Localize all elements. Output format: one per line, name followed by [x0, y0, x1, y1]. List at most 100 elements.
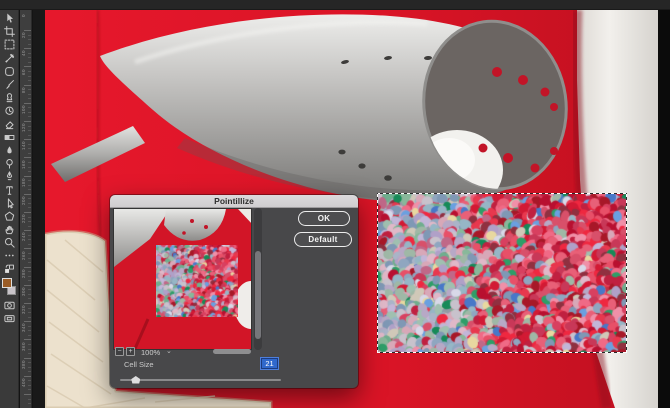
- ruler-label: 280: [21, 269, 26, 278]
- foreground-color-swatch[interactable]: [2, 278, 12, 288]
- ruler-tick-minor: [28, 235, 31, 236]
- ruler-tick-minor: [28, 171, 31, 172]
- ruler-tick-minor: [28, 162, 31, 163]
- ruler-tick: [24, 248, 31, 249]
- screen-mode-button[interactable]: [1, 312, 18, 325]
- ruler-tick: [24, 303, 31, 304]
- ruler-label: 20: [21, 32, 26, 38]
- zoom-out-button[interactable]: −: [115, 347, 124, 356]
- more-tools-icon[interactable]: [1, 249, 18, 262]
- ruler-tick-minor: [28, 112, 31, 113]
- marquee-tool-icon[interactable]: [1, 38, 18, 51]
- type-tool-icon[interactable]: [1, 183, 18, 196]
- ruler-tick: [24, 394, 31, 395]
- ruler-tick-minor: [28, 57, 31, 58]
- chevron-down-icon[interactable]: ⌄: [166, 347, 172, 355]
- ruler-tick: [24, 194, 31, 195]
- ruler-tick-minor: [28, 94, 31, 95]
- ruler-tick-minor: [28, 71, 31, 72]
- ok-button[interactable]: OK: [298, 211, 350, 226]
- preview-hscrollbar-thumb[interactable]: [213, 349, 251, 354]
- swap-colors-icon[interactable]: [1, 263, 18, 276]
- ruler-tick-minor: [28, 262, 31, 263]
- ruler-tick-minor: [28, 399, 31, 400]
- ruler-tick-minor: [28, 76, 31, 77]
- ruler-tick-minor: [28, 271, 31, 272]
- clone-stamp-tool-icon[interactable]: [1, 91, 18, 104]
- ruler-label: 300: [21, 287, 26, 296]
- ruler-tick-minor: [28, 253, 31, 254]
- ruler-label: 160: [21, 160, 26, 169]
- cell-size-value-field[interactable]: 21: [261, 358, 278, 369]
- ruler-tick-minor: [28, 344, 31, 345]
- zoom-level[interactable]: 100%: [141, 348, 160, 357]
- pointillize-dialog: Pointillize OK Default: [110, 195, 358, 388]
- marquee-selection[interactable]: [377, 193, 627, 353]
- ruler-label: 260: [21, 251, 26, 260]
- ruler-tick-minor: [28, 371, 31, 372]
- shape-tool-icon[interactable]: [1, 210, 18, 223]
- ruler-tick-minor: [28, 189, 31, 190]
- ruler-label: 400: [21, 378, 26, 387]
- gradient-tool-icon[interactable]: [1, 131, 18, 144]
- ruler-tick-minor: [28, 207, 31, 208]
- selection-border: [377, 193, 378, 353]
- ruler-tick-minor: [28, 330, 31, 331]
- path-select-tool-icon[interactable]: [1, 197, 18, 210]
- zoom-in-button[interactable]: +: [126, 347, 135, 356]
- ruler-tick: [24, 103, 31, 104]
- frame-tool-icon[interactable]: [1, 65, 18, 78]
- ruler-label: 360: [21, 342, 26, 351]
- ruler-tick-minor: [28, 312, 31, 313]
- ruler-tick-minor: [28, 198, 31, 199]
- dialog-title[interactable]: Pointillize: [110, 195, 358, 208]
- crop-tool-icon[interactable]: [1, 25, 18, 38]
- ruler-tick-minor: [28, 385, 31, 386]
- ruler-tick-minor: [28, 289, 31, 290]
- eyedropper-tool-icon[interactable]: [1, 52, 18, 65]
- cell-size-slider[interactable]: [120, 376, 281, 386]
- brush-tool-icon[interactable]: [1, 78, 18, 91]
- ruler-tick-minor: [28, 148, 31, 149]
- ruler-label: 220: [21, 214, 26, 223]
- ruler-tick-minor: [28, 167, 31, 168]
- preview-scrollbar[interactable]: [254, 208, 262, 350]
- ruler-tick-minor: [28, 185, 31, 186]
- ruler-tick-minor: [28, 239, 31, 240]
- eraser-tool-icon[interactable]: [1, 118, 18, 131]
- ruler-label: 40: [21, 50, 26, 56]
- preview-scrollbar-thumb[interactable]: [255, 251, 261, 339]
- ruler-tick-minor: [28, 353, 31, 354]
- filter-preview[interactable]: [113, 208, 252, 350]
- quick-mask-button[interactable]: [1, 299, 18, 312]
- ruler-tick-minor: [28, 39, 31, 40]
- ruler-tick-minor: [28, 244, 31, 245]
- history-brush-tool-icon[interactable]: [1, 104, 18, 117]
- move-tool-icon[interactable]: [1, 12, 18, 25]
- ruler-tick: [24, 176, 31, 177]
- top-bar: [0, 0, 670, 10]
- ruler-label: 80: [21, 87, 26, 93]
- ruler-tick: [24, 66, 31, 67]
- ruler-tick-minor: [28, 203, 31, 204]
- hand-tool-icon[interactable]: [1, 223, 18, 236]
- slider-thumb[interactable]: [131, 376, 140, 384]
- ruler-tick-minor: [28, 362, 31, 363]
- dodge-tool-icon[interactable]: [1, 157, 18, 170]
- tools-panel: [0, 10, 19, 408]
- ruler-tick: [24, 376, 31, 377]
- ruler-tick-minor: [28, 80, 31, 81]
- ruler-label: 120: [21, 123, 26, 132]
- ruler-tick-minor: [28, 294, 31, 295]
- default-button[interactable]: Default: [294, 232, 352, 247]
- slider-track[interactable]: [120, 379, 281, 381]
- ruler-label: 0: [21, 14, 26, 17]
- zoom-tool-icon[interactable]: [1, 236, 18, 249]
- pen-tool-icon[interactable]: [1, 170, 18, 183]
- ruler-tick-minor: [28, 62, 31, 63]
- selection-border: [626, 193, 627, 353]
- ruler-label: 200: [21, 196, 26, 205]
- ruler-tick-minor: [28, 98, 31, 99]
- blur-tool-icon[interactable]: [1, 144, 18, 157]
- vertical-ruler: 0204060801001201401601802002202402602803…: [20, 10, 32, 408]
